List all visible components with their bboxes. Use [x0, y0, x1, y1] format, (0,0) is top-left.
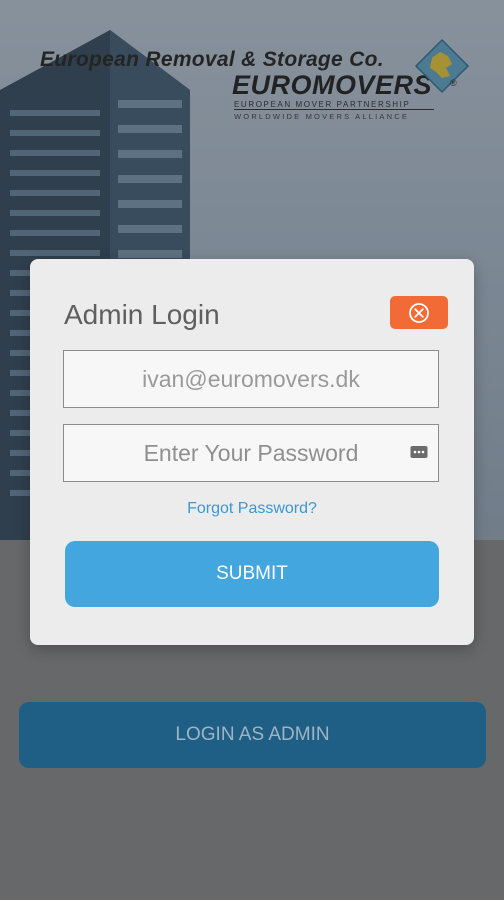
submit-button[interactable]: SUBMIT — [65, 541, 439, 607]
forgot-password-link[interactable]: Forgot Password? — [30, 500, 474, 518]
close-circle-icon — [409, 302, 429, 323]
close-button[interactable] — [390, 296, 448, 329]
email-input[interactable] — [64, 351, 438, 407]
password-dots-icon[interactable] — [410, 444, 428, 460]
password-field[interactable] — [63, 424, 439, 482]
email-field[interactable] — [63, 350, 439, 408]
admin-login-dialog: Admin Login Forgot Password? SUBMIT — [30, 259, 474, 645]
dialog-title: Admin Login — [64, 299, 220, 330]
login-as-admin-button[interactable]: LOGIN AS ADMIN — [19, 702, 486, 768]
password-input[interactable] — [64, 425, 438, 481]
